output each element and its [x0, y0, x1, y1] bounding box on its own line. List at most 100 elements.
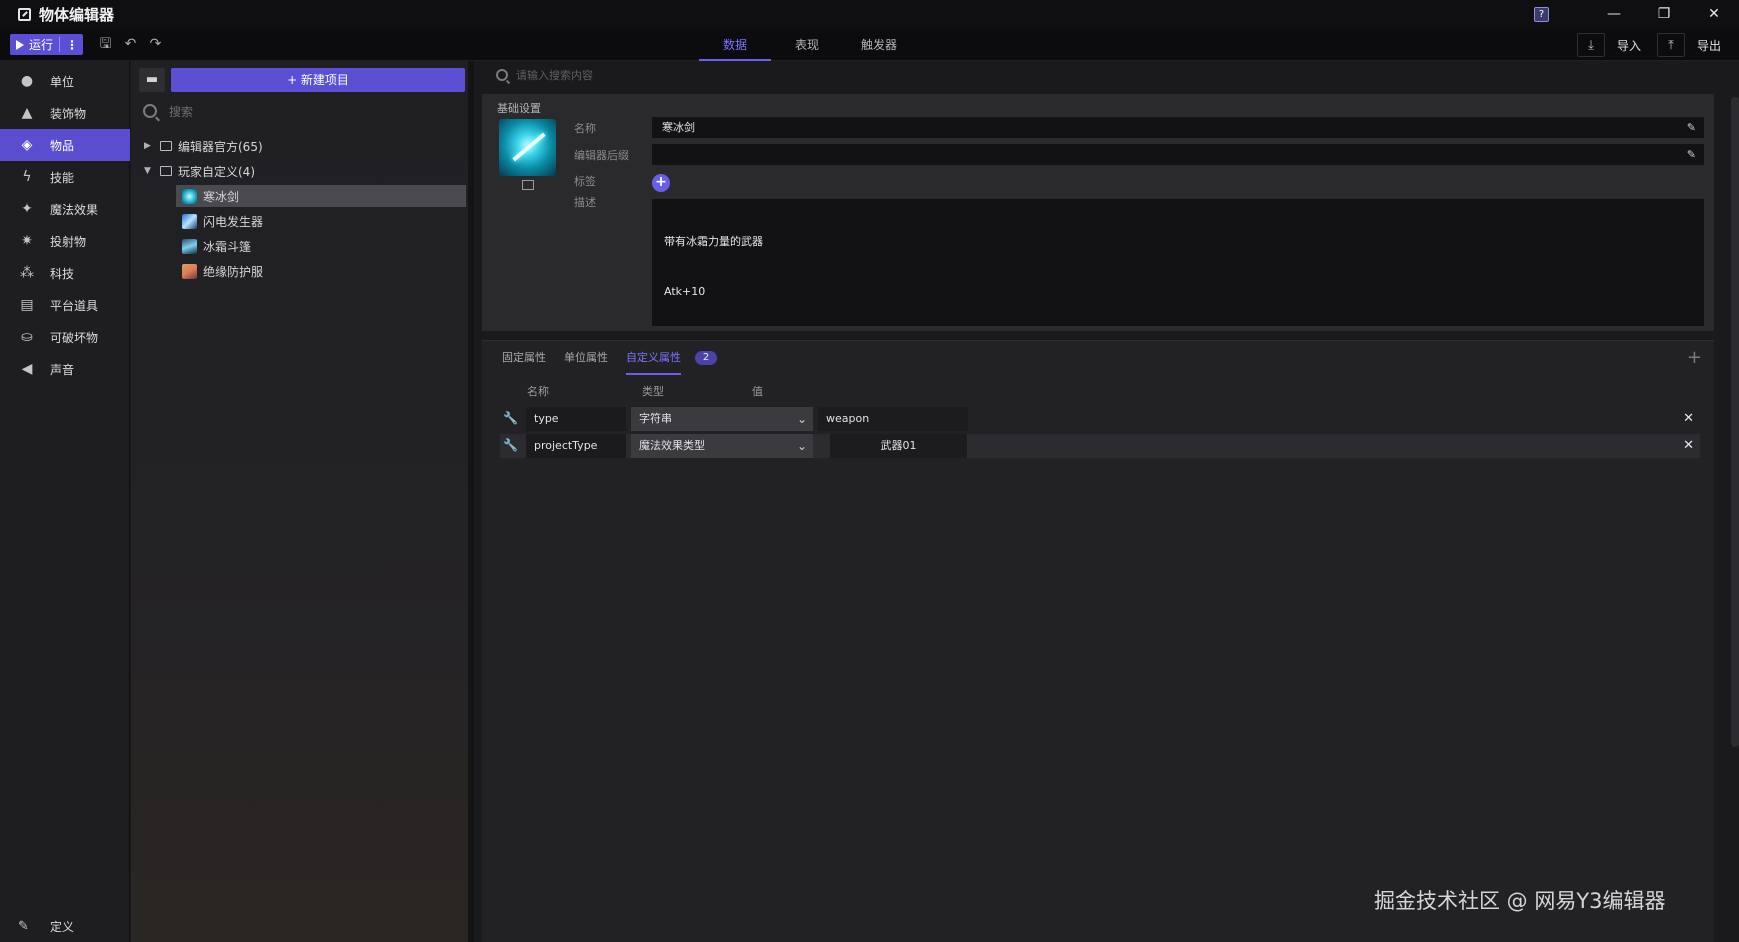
sidebar-item-skill[interactable]: ϟ 技能 [0, 161, 130, 193]
object-tree-panel: ▬ + 新建项目 搜索 ▶ 编辑器官方(65) ▼ 玩家自定义(4) 寒冰剑 闪… [131, 61, 474, 942]
export-label: 导出 [1696, 38, 1721, 53]
tree-group-custom[interactable]: ▼ 玩家自定义(4) [144, 160, 255, 182]
tree-group-official[interactable]: ▶ 编辑器官方(65) [144, 135, 263, 157]
edit-icon: ✎ [18, 918, 29, 934]
export-button[interactable]: ⤒ 导出 [1649, 33, 1729, 57]
search-icon [143, 104, 157, 118]
sidebar-item-unit[interactable]: ● 单位 [0, 65, 130, 97]
category-sidebar: ● 单位 ▲ 装饰物 ◈ 物品 ϟ 技能 ✦ 魔法效果 ✷ 投射物 ⁂ 科技 ▤ 平台道具 ⛀ 可… [0, 61, 130, 942]
new-item-button[interactable]: + 新建项目 [171, 68, 465, 92]
tree-item[interactable]: 绝缘防护服 [176, 260, 466, 282]
sidebar-item-destructible[interactable]: ⛀ 可破坏物 [0, 321, 130, 353]
box-icon: ▤ [20, 297, 34, 313]
run-options-icon[interactable]: ⋮ [66, 38, 78, 52]
cube-icon: ◈ [21, 137, 33, 153]
folder-icon[interactable]: ▬ [139, 68, 165, 92]
redo-icon[interactable]: ↷ [147, 36, 164, 53]
wrench-icon[interactable]: 🔧 [503, 411, 518, 425]
wrench-icon[interactable]: 🔧 [503, 438, 518, 452]
column-header-type: 类型 [642, 385, 664, 398]
property-type-value: 魔法效果类型 [639, 439, 705, 452]
change-image-icon[interactable] [522, 180, 534, 190]
tree-item[interactable]: 冰霜斗篷 [176, 235, 466, 257]
tab-data[interactable]: 数据 [699, 29, 771, 61]
property-value-input[interactable]: 武器01 [830, 434, 967, 458]
tree-item[interactable]: 闪电发生器 [176, 210, 466, 232]
tab-appearance[interactable]: 表现 [771, 29, 843, 61]
sidebar-item-label: 技能 [50, 170, 75, 185]
person-icon: ● [20, 73, 34, 89]
sidebar-item-items[interactable]: ◈ 物品 [0, 129, 130, 161]
run-separator [59, 37, 61, 52]
sidebar-item-definition[interactable]: ✎ 定义 [0, 910, 130, 942]
sidebar-item-label: 物品 [50, 138, 75, 153]
property-name-input[interactable]: projectType [526, 434, 626, 458]
window-controls: ? — ❐ ✕ [1534, 0, 1739, 29]
tab-custom-properties[interactable]: 自定义属性 [626, 341, 681, 375]
property-tabs: 固定属性 单位属性 自定义属性 2 [502, 341, 717, 375]
sidebar-item-label: 平台道具 [50, 298, 99, 313]
editor-suffix-label: 编辑器后缀 [574, 149, 629, 162]
definition-label: 定义 [50, 919, 75, 934]
editor-tabs: 数据 表现 触发器 [699, 29, 915, 61]
save-icon[interactable]: 🖫 [97, 36, 114, 53]
import-label: 导入 [1616, 38, 1641, 53]
property-value-input[interactable]: weapon [818, 407, 968, 431]
sidebar-item-magic-effect[interactable]: ✦ 魔法效果 [0, 193, 130, 225]
io-buttons: ⤓ 导入 ⤒ 导出 [1569, 33, 1729, 57]
title-bar: 物体编辑器 ? — ❐ ✕ [0, 0, 1739, 29]
sidebar-item-sound[interactable]: ◀ 声音 [0, 353, 130, 385]
minimize-button[interactable]: — [1589, 0, 1639, 29]
folder-icon [160, 141, 172, 151]
app-edit-icon [18, 8, 31, 21]
import-button[interactable]: ⤓ 导入 [1569, 33, 1649, 57]
description-textarea[interactable]: 带有冰霜力量的武器 Atk+10 [652, 199, 1704, 326]
toolbar: 运行 ⋮ 🖫 ↶ ↷ 数据 表现 触发器 ⤓ 导入 ⤒ 导出 [0, 29, 1739, 61]
pencil-icon[interactable]: ✎ [1687, 117, 1696, 138]
column-header-value: 值 [752, 385, 763, 398]
description-line: Atk+10 [664, 285, 706, 298]
editor-suffix-field[interactable]: ✎ [652, 144, 1704, 165]
run-label: 运行 [29, 38, 54, 52]
property-name-input[interactable]: type [526, 407, 626, 431]
sidebar-item-label: 声音 [50, 362, 75, 377]
tree-group-label: 玩家自定义(4) [178, 164, 255, 179]
custom-count-badge: 2 [695, 351, 717, 365]
breakable-icon: ⛀ [21, 329, 33, 345]
add-property-icon[interactable]: + [1687, 347, 1702, 368]
add-tag-icon[interactable]: + [652, 174, 670, 192]
property-type-select[interactable]: 字符串 ⌄ [631, 407, 813, 431]
tree-item-label: 绝缘防护服 [203, 264, 264, 279]
item-icon-image[interactable] [499, 119, 556, 176]
tree-search-placeholder: 搜索 [169, 104, 194, 119]
sidebar-item-projectile[interactable]: ✷ 投射物 [0, 225, 130, 257]
property-search-input[interactable]: 请输入搜索内容 [480, 61, 1730, 89]
import-icon: ⤓ [1576, 33, 1605, 57]
ice-sword-thumbnail [182, 188, 197, 204]
sidebar-item-decoration[interactable]: ▲ 装饰物 [0, 97, 130, 129]
properties-section: 固定属性 单位属性 自定义属性 2 + 名称 类型 值 🔧 type 字符串 ⌄… [482, 340, 1714, 942]
section-header: 基础设置 [497, 102, 541, 115]
help-icon[interactable]: ? [1534, 7, 1549, 22]
sidebar-item-tech[interactable]: ⁂ 科技 [0, 257, 130, 289]
pencil-icon[interactable]: ✎ [1687, 144, 1696, 165]
tab-fixed-properties[interactable]: 固定属性 [502, 341, 546, 375]
run-button[interactable]: 运行 ⋮ [10, 34, 83, 55]
tab-triggers[interactable]: 触发器 [843, 29, 915, 61]
sidebar-item-platform-prop[interactable]: ▤ 平台道具 [0, 289, 130, 321]
property-type-select[interactable]: 魔法效果类型 ⌄ [631, 434, 813, 458]
tree-item-label: 闪电发生器 [203, 214, 264, 229]
name-field[interactable]: 寒冰剑 ✎ [652, 117, 1704, 138]
window-title: 物体编辑器 [39, 6, 115, 24]
tree-search-input[interactable]: 搜索 [143, 99, 463, 123]
restore-button[interactable]: ❐ [1639, 0, 1689, 29]
undo-icon[interactable]: ↶ [122, 36, 139, 53]
close-window-button[interactable]: ✕ [1689, 0, 1739, 29]
tree-item[interactable]: 寒冰剑 [176, 185, 466, 207]
tab-unit-properties[interactable]: 单位属性 [564, 341, 608, 375]
delete-row-icon[interactable]: ✕ [1683, 407, 1694, 431]
delete-row-icon[interactable]: ✕ [1683, 434, 1694, 458]
export-icon: ⤒ [1656, 33, 1685, 57]
main-scrollbar[interactable] [1731, 97, 1739, 747]
chevron-down-icon: ⌄ [796, 412, 807, 426]
